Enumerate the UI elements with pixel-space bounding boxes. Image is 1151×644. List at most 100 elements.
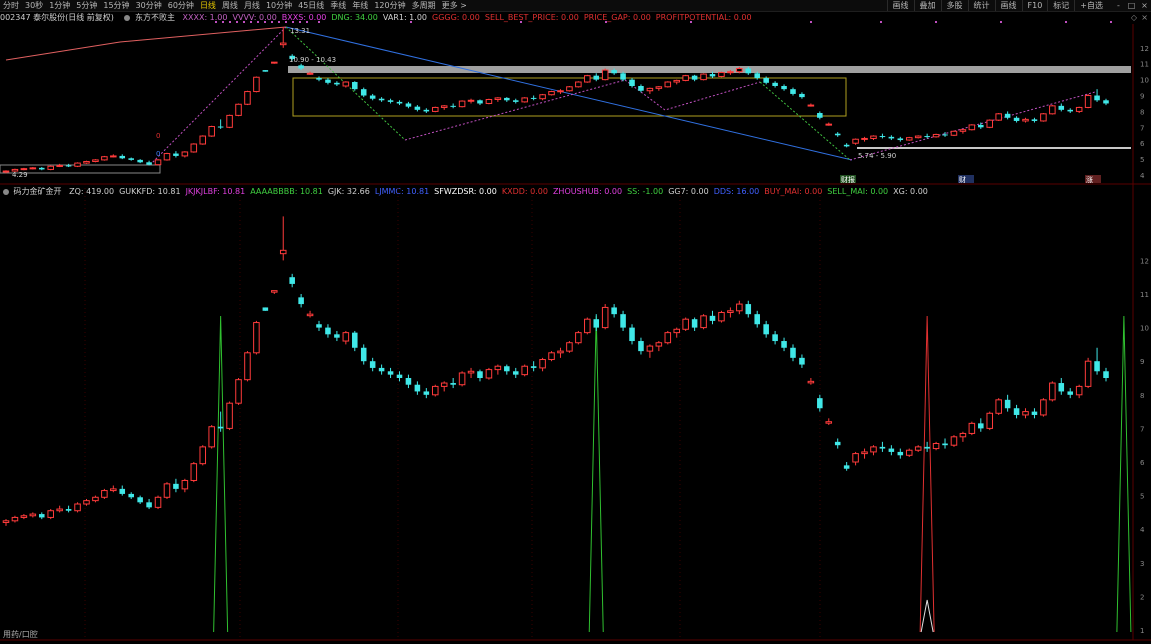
candle-body	[378, 367, 385, 372]
candle-body	[539, 359, 546, 369]
candle	[1058, 103, 1065, 112]
candle	[807, 378, 815, 385]
rise-badge[interactable]: 涨	[1086, 175, 1093, 184]
candle-body	[289, 277, 295, 284]
candle-body	[521, 97, 528, 103]
candle	[861, 448, 868, 459]
candle	[325, 78, 331, 85]
candle	[163, 152, 171, 161]
candle-body	[342, 81, 350, 87]
candle	[65, 505, 72, 513]
signal-dot	[880, 21, 882, 23]
candle-body	[557, 350, 564, 354]
candle	[39, 167, 45, 171]
candle-body	[879, 446, 886, 449]
candle	[718, 71, 725, 78]
candle-body	[244, 352, 251, 381]
candle-body	[646, 87, 654, 92]
signal-spike	[588, 315, 604, 633]
candle-body	[682, 318, 689, 330]
candle	[119, 485, 126, 496]
candle-body	[1094, 361, 1100, 372]
candle-body	[817, 113, 823, 118]
candle-body	[736, 303, 743, 312]
candle	[199, 445, 207, 466]
candle	[360, 344, 367, 365]
candle	[504, 97, 510, 102]
zigzag-magenta	[149, 26, 287, 166]
candle-body	[217, 126, 224, 128]
top-axis-tick: 5	[1140, 156, 1144, 164]
candle-body	[306, 72, 314, 75]
candle	[905, 136, 913, 141]
candle	[173, 478, 179, 493]
candle-body	[548, 352, 555, 361]
candle-body	[119, 488, 126, 494]
candle-body	[477, 100, 483, 104]
candle	[1013, 116, 1020, 123]
candle-body	[1103, 371, 1109, 378]
top-axis-tick: 9	[1140, 93, 1144, 101]
candle	[629, 78, 635, 88]
candle-body	[870, 446, 877, 453]
signal-spike	[213, 315, 229, 633]
finance-badge[interactable]: 财	[959, 175, 966, 184]
earnings-badge[interactable]: 财报	[841, 175, 855, 184]
candle	[244, 351, 251, 382]
candle-body	[718, 71, 725, 77]
candle-body	[181, 479, 189, 490]
candle	[181, 151, 189, 158]
candle	[781, 337, 787, 352]
candle	[405, 101, 412, 109]
candle-body	[414, 384, 421, 392]
candle-body	[638, 85, 644, 91]
candle	[485, 367, 493, 380]
candle	[870, 135, 877, 141]
candle-body	[271, 61, 278, 64]
candle	[477, 99, 483, 106]
candle-body	[253, 76, 260, 93]
candle-body	[2, 520, 10, 523]
candle	[235, 103, 242, 117]
signal-dot	[690, 21, 692, 23]
candle-body	[978, 423, 984, 429]
candle-body	[709, 74, 716, 77]
candle	[566, 85, 573, 92]
candle	[1075, 384, 1083, 399]
candle-body	[1067, 391, 1073, 395]
candle-body	[593, 319, 600, 328]
range-label-2: 5.74 - 5.90	[858, 152, 896, 160]
candle-body	[485, 369, 493, 379]
candle-body	[190, 463, 198, 481]
candle-body	[208, 126, 215, 137]
signal-dot	[1000, 21, 1002, 23]
candle	[1067, 108, 1073, 114]
candle	[1022, 408, 1029, 419]
candle-body	[226, 114, 233, 128]
candle	[306, 310, 314, 318]
candle	[1049, 381, 1056, 402]
candle	[968, 124, 976, 131]
candle	[279, 27, 287, 48]
candle	[262, 307, 269, 311]
candle-body	[905, 137, 913, 141]
candle	[1084, 357, 1092, 389]
candle-body	[682, 75, 689, 81]
candle	[736, 300, 743, 315]
signal-dot	[271, 21, 273, 23]
candle	[1040, 398, 1047, 417]
candle-body	[1058, 383, 1065, 392]
bottom-axis-tick: 8	[1140, 392, 1144, 400]
candle-body	[825, 421, 833, 424]
chart-canvas[interactable]: 12 11 10 9 8 7 6 5 4 12 11 10 9 8 7 6 5 4 3 2 1 13.31 10.90 - …	[0, 0, 1151, 644]
candle-body	[396, 101, 403, 104]
candle-body	[870, 135, 877, 139]
candle	[861, 136, 868, 142]
candle	[611, 304, 617, 318]
sector-label[interactable]: 用药/口腔	[3, 629, 38, 639]
candle-body	[601, 306, 609, 329]
candle	[763, 320, 769, 338]
signal-dot	[318, 21, 320, 23]
candle-body	[932, 133, 940, 138]
candle	[431, 384, 439, 397]
